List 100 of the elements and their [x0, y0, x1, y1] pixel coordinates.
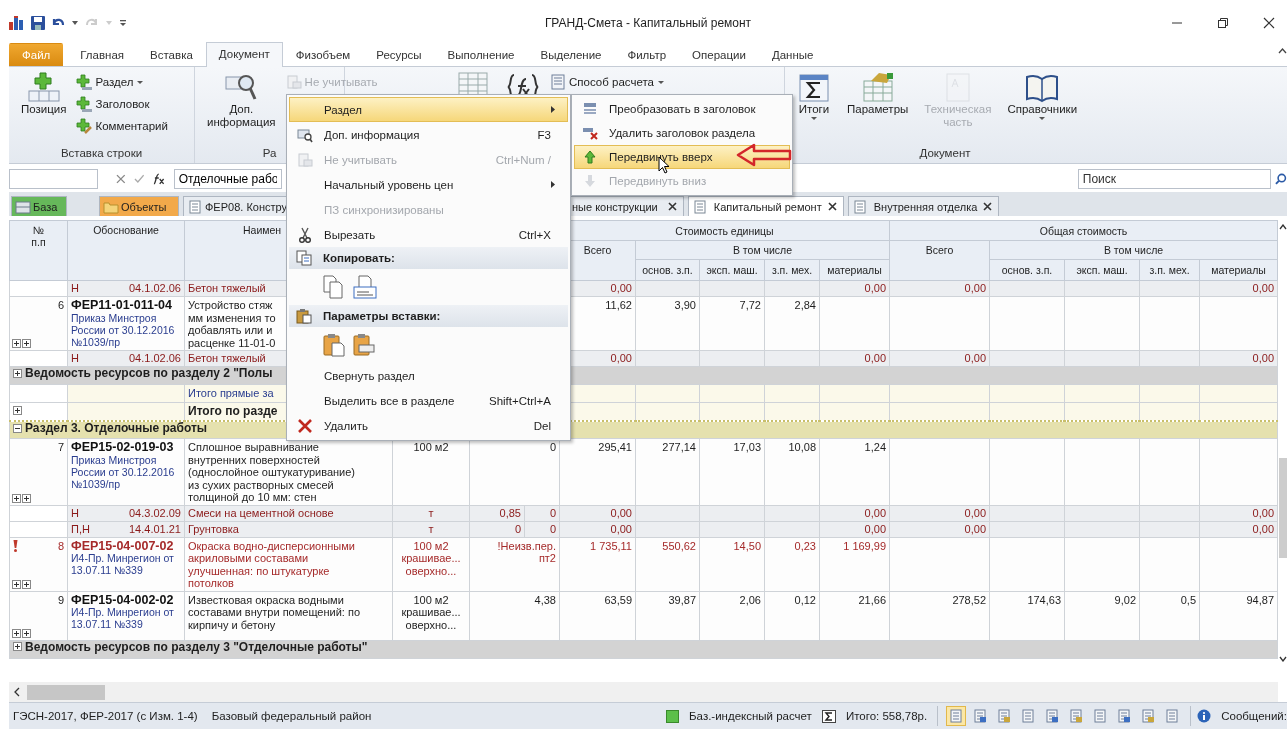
menu-item[interactable]: Вырезать Ctrl+X — [289, 222, 568, 247]
toggle-icon[interactable] — [13, 423, 22, 433]
function-icon[interactable] — [152, 173, 166, 185]
caret-icon[interactable] — [71, 20, 79, 26]
rate-code: ФЕР15-04-002-02 — [71, 593, 175, 606]
copy-icon[interactable] — [323, 275, 345, 299]
ribbon-button[interactable]: Комментарий — [76, 115, 172, 137]
scrollbar-thumb[interactable] — [1278, 458, 1287, 558]
ribbon-button[interactable]: Справочники — [1001, 71, 1084, 121]
table-cell: 0,00 — [864, 506, 887, 519]
column-header: Стоимость единицы — [675, 224, 774, 237]
ribbon-tab[interactable]: Документ — [205, 42, 283, 67]
table-cell: 17,03 — [733, 441, 761, 453]
rate-code: ФЕР11-01-011-04 — [71, 299, 174, 312]
collapse-ribbon-icon[interactable] — [1278, 48, 1287, 54]
status-text: Базовый федеральный район — [210, 710, 373, 722]
expand-icon[interactable] — [22, 339, 31, 348]
expand-icon[interactable] — [12, 339, 21, 348]
document-tab[interactable]: Объекты — [99, 196, 179, 216]
document-icon — [851, 199, 868, 214]
toggle-icon[interactable] — [13, 368, 22, 378]
ribbon-tab[interactable]: Главная — [67, 43, 138, 66]
ribbon-button[interactable]: Итоги — [791, 71, 837, 121]
caret-icon — [1038, 116, 1047, 121]
save-icon[interactable] — [31, 16, 45, 30]
ribbon-tab[interactable]: Физобъем — [282, 43, 364, 66]
ribbon-tab[interactable]: Выполнение — [434, 43, 528, 66]
table-cell: 0,00 — [1252, 506, 1275, 519]
resource-code: 04.3.02.09 — [129, 506, 181, 520]
paste-icon[interactable] — [323, 333, 345, 357]
menu-item[interactable]: Удалить Del — [289, 413, 568, 438]
close-tab-icon[interactable] — [983, 202, 993, 211]
table-cell: 0,00 — [964, 352, 987, 364]
window-title: ГРАНД-Смета - Капитальный ремонт — [544, 16, 752, 30]
search-icon[interactable] — [1275, 173, 1287, 185]
check-icon[interactable] — [133, 174, 145, 184]
customize-icon[interactable] — [119, 19, 127, 27]
ribbon-group-label: Вставка строки — [60, 147, 143, 159]
scroll-up-icon[interactable] — [1278, 224, 1287, 230]
ribbon-button[interactable]: Способ расчета — [550, 71, 669, 93]
ribbon-button[interactable]: Параметры — [841, 71, 915, 116]
table-cell: Известковая окраска водными составами внутри помещений: по кирпичу и бетону — [188, 593, 360, 631]
document-tab[interactable]: База — [11, 196, 67, 216]
rate-code: ФЕР15-02-019-03 — [71, 441, 175, 454]
ribbon-tab[interactable]: Фильтр — [614, 43, 680, 66]
document-tab[interactable]: Капитальный ремонт — [687, 196, 844, 216]
table-cell: 550,62 — [662, 539, 696, 552]
table-cell: 0,00 — [610, 506, 632, 519]
ribbon-button[interactable]: Доп. информация — [201, 71, 282, 129]
menu-item[interactable]: Доп. информация F3 — [289, 122, 568, 147]
ribbon-group-label: Документ — [919, 147, 971, 159]
menu-item[interactable]: Начальный уровень цен — [289, 172, 568, 197]
document-icon — [1093, 709, 1108, 723]
document-icon — [550, 74, 566, 90]
paste-values-icon[interactable] — [353, 333, 375, 357]
expand-icon[interactable] — [12, 628, 21, 638]
menu-item[interactable]: Удалить заголовок раздела — [574, 121, 790, 145]
table-cell: 0,00 — [1252, 522, 1275, 535]
toggle-icon[interactable] — [13, 642, 22, 652]
column-header: материалы — [827, 264, 882, 276]
cancel-icon[interactable] — [115, 174, 126, 184]
table-cell: 0,23 — [794, 539, 816, 552]
ribbon-tab[interactable]: Выделение — [527, 43, 615, 66]
expand-icon[interactable] — [22, 579, 31, 589]
close-tab-icon[interactable] — [827, 202, 837, 211]
scroll-down-icon[interactable] — [1278, 656, 1287, 662]
menu-item[interactable]: Раздел — [289, 97, 568, 122]
table-cell: 10,08 — [788, 441, 816, 453]
expand-icon[interactable] — [22, 628, 31, 638]
table-cell: 0,00 — [864, 282, 887, 294]
table-cell: 174,63 — [1027, 593, 1062, 606]
menu-item[interactable]: Свернуть раздел — [289, 363, 568, 388]
ribbon-tab[interactable]: Ресурсы — [363, 43, 435, 66]
ribbon-tab[interactable]: Вставка — [137, 43, 206, 66]
ribbon-button[interactable]: Заголовок — [76, 93, 172, 115]
toggle-icon[interactable] — [13, 406, 22, 415]
arrow-up-icon — [584, 150, 596, 164]
expand-icon[interactable] — [22, 493, 31, 503]
menu-item[interactable]: Выделить все в разделе Shift+Ctrl+A — [289, 388, 568, 413]
expand-icon[interactable] — [12, 493, 21, 503]
heading-icon — [583, 102, 597, 116]
ribbon-button[interactable]: Позиция — [15, 71, 73, 116]
document-tab[interactable]: Внутренняя отделка — [847, 196, 1000, 216]
search-field[interactable]: Поиск — [1077, 169, 1272, 189]
menu-item[interactable]: Преобразовать в заголовок — [574, 97, 790, 121]
total-label: Итого по разде — [188, 404, 278, 418]
table-cell: 100 м2 крашивае... оверхно... — [401, 539, 461, 577]
scroll-left-icon[interactable] — [13, 687, 21, 697]
ribbon-tab[interactable]: Операции — [679, 43, 759, 66]
database-icon — [15, 199, 31, 214]
scrollbar-thumb[interactable] — [27, 684, 105, 700]
close-icon[interactable] — [1263, 17, 1275, 29]
menu-item[interactable]: Передвинуть вверх — [574, 145, 790, 169]
close-tab-icon[interactable] — [667, 202, 677, 211]
table-cell: !Неизв.пер. пт2 — [497, 539, 556, 564]
table-cell: 295,41 — [598, 441, 632, 453]
maximize-icon[interactable] — [1217, 17, 1229, 29]
ribbon-tab[interactable]: Данные — [758, 43, 827, 66]
ribbon-button[interactable]: Раздел — [76, 71, 172, 93]
expand-icon[interactable] — [12, 579, 21, 589]
